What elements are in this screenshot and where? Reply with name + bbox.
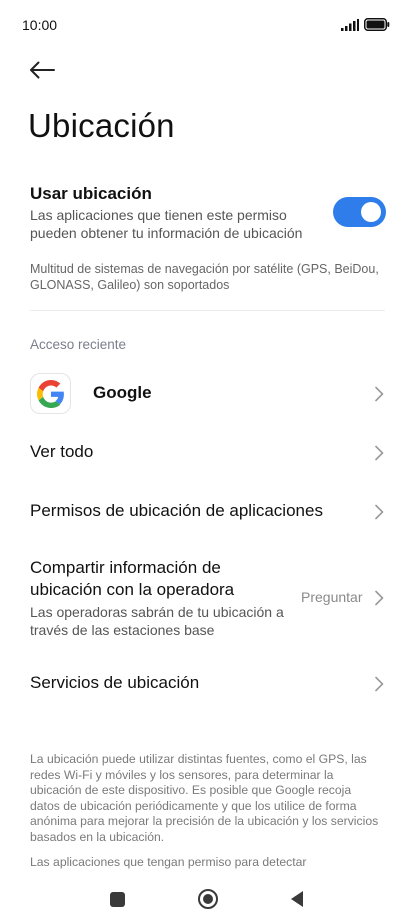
use-location-toggle[interactable] — [333, 197, 386, 227]
share-with-carrier-value: Preguntar — [301, 589, 363, 605]
chevron-right-icon — [375, 504, 384, 520]
triangle-back-icon[interactable] — [289, 890, 305, 908]
share-with-carrier-title: Compartir información de ubicación con l… — [30, 558, 235, 599]
use-location-description: Las aplicaciones que tienen este permiso… — [30, 207, 303, 241]
location-info-text: La ubicación puede utilizar distintas fu… — [30, 752, 379, 844]
location-services-label: Servicios de ubicación — [30, 673, 200, 692]
signal-icon — [341, 19, 359, 31]
recent-app-name: Google — [93, 383, 152, 402]
location-settings-screen: 10:00 Ubicación Usar ubicación Las aplic… — [0, 0, 415, 924]
chevron-right-icon — [375, 590, 384, 606]
gnss-note: Multitud de sistemas de navegación por s… — [30, 262, 379, 292]
status-time: 10:00 — [22, 17, 58, 33]
chevron-right-icon — [375, 386, 384, 402]
see-all-label: Ver todo — [30, 442, 94, 461]
toggle-knob — [361, 202, 381, 222]
page-title: Ubicación — [28, 107, 175, 144]
see-all-item[interactable]: Ver todo — [0, 428, 415, 476]
battery-icon — [364, 18, 390, 31]
use-location-title: Usar ubicación — [30, 184, 152, 203]
app-location-permissions-item[interactable]: Permisos de ubicación de aplicaciones — [0, 487, 415, 535]
share-with-carrier-description: Las operadoras sabrán de tu ubicación a … — [30, 604, 284, 638]
navigation-bar — [0, 874, 415, 924]
back-button[interactable] — [26, 56, 58, 84]
chevron-right-icon — [375, 676, 384, 692]
chevron-right-icon — [375, 445, 384, 461]
recent-access-header: Acceso reciente — [30, 337, 127, 352]
divider — [30, 310, 385, 311]
use-location-setting[interactable]: Usar ubicación Las aplicaciones que tien… — [30, 184, 330, 242]
arrow-left-icon — [30, 61, 55, 79]
circle-home-icon[interactable] — [197, 888, 219, 910]
google-logo-icon — [30, 373, 71, 414]
recent-app-google[interactable]: Google — [0, 366, 415, 422]
status-bar: 10:00 — [0, 0, 415, 48]
app-location-permissions-label: Permisos de ubicación de aplicaciones — [30, 501, 323, 520]
square-icon[interactable] — [110, 892, 125, 907]
location-services-item[interactable]: Servicios de ubicación — [0, 659, 415, 707]
location-info-text-cont: Las aplicaciones que tengan permiso para… — [30, 855, 307, 869]
